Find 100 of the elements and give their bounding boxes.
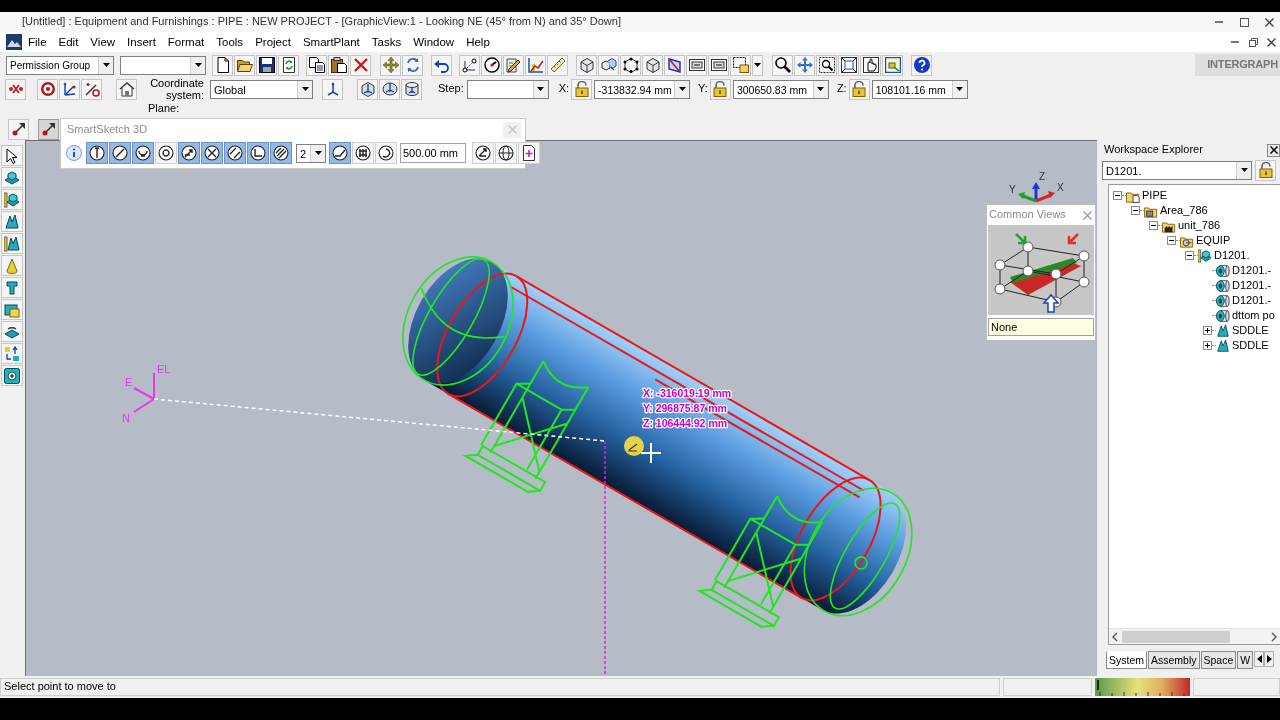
minus-box-icon[interactable]: [1185, 251, 1194, 260]
toolbar-button[interactable]: [459, 54, 480, 76]
toolbar-button[interactable]: [8, 118, 29, 140]
coordinate-value-dropdown[interactable]: -313832.94 mm: [594, 79, 691, 99]
menu-item[interactable]: Insert: [121, 34, 162, 50]
toolbar-button[interactable]: [38, 118, 59, 140]
dropdown-button[interactable]: [752, 54, 763, 76]
info-button[interactable]: [65, 144, 83, 162]
toolbar-button[interactable]: [328, 54, 349, 76]
toolbar-button[interactable]: [838, 54, 859, 76]
coordinate-value-dropdown[interactable]: 108101.16 mm: [871, 79, 968, 99]
tree-item[interactable]: D1201.-: [1232, 279, 1272, 292]
minus-box-icon[interactable]: [1113, 191, 1122, 200]
snap-toggle-button[interactable]: [247, 142, 269, 164]
horizontal-scrollbar[interactable]: [1109, 628, 1280, 644]
toolbar-button[interactable]: [620, 54, 641, 76]
tree-item[interactable]: unit_786: [1178, 219, 1221, 232]
tree-item[interactable]: SDDLE: [1232, 339, 1269, 352]
toolbar-button[interactable]: [81, 78, 102, 100]
snap-toggle-button[interactable]: [178, 142, 200, 164]
view-name-field[interactable]: None: [988, 318, 1094, 336]
toolbar-button[interactable]: [1, 211, 23, 232]
tab[interactable]: W: [1237, 651, 1254, 669]
toolbar-button[interactable]: [686, 54, 707, 76]
step-dropdown[interactable]: [466, 79, 549, 99]
plus-box-icon[interactable]: [1203, 326, 1212, 335]
menu-item[interactable]: Window: [407, 34, 461, 50]
close-button[interactable]: [1267, 143, 1280, 157]
tree-item[interactable]: D1201.: [1214, 249, 1250, 262]
tree-item[interactable]: D1201.-: [1232, 294, 1272, 307]
tab[interactable]: Space: [1200, 651, 1237, 669]
plus-box-icon[interactable]: [1203, 341, 1212, 350]
permission-group-dropdown[interactable]: Permission Group: [6, 55, 114, 75]
toolbar-button[interactable]: [431, 54, 452, 76]
toolbar-button[interactable]: [37, 78, 58, 100]
toolbar-button[interactable]: [1, 365, 23, 386]
snap-toggle-button[interactable]: [224, 142, 246, 164]
toolbar-button[interactable]: [234, 54, 255, 76]
toolbar-button[interactable]: [256, 54, 277, 76]
coordinate-value-dropdown[interactable]: 300650.83 mm: [732, 79, 829, 99]
minus-box-icon[interactable]: [1167, 236, 1176, 245]
toolbar-button[interactable]: [911, 54, 932, 76]
toolbar-button[interactable]: [1, 233, 23, 254]
tree-item[interactable]: EQUIP: [1196, 234, 1231, 247]
filter-dropdown[interactable]: D1201.: [1102, 160, 1252, 180]
scroll-right-button[interactable]: [1264, 651, 1275, 667]
toolbar-button[interactable]: [576, 54, 597, 76]
scroll-left-button[interactable]: [1254, 651, 1265, 667]
snap-toggle-button[interactable]: [109, 142, 131, 164]
toolbar-button[interactable]: [495, 142, 517, 164]
toolbar-button[interactable]: [278, 54, 299, 76]
toolbar-button[interactable]: [1, 189, 23, 210]
menu-item[interactable]: Format: [161, 34, 211, 50]
tree-item[interactable]: SDDLE: [1232, 324, 1269, 337]
toolbar-button[interactable]: [1, 167, 23, 188]
toolbar-button[interactable]: [708, 54, 729, 76]
snap-toggle-button[interactable]: [86, 142, 108, 164]
toolbar-button[interactable]: [518, 142, 540, 164]
menu-item[interactable]: Tools: [210, 34, 250, 50]
toolbar-button[interactable]: [322, 78, 343, 100]
tab[interactable]: System: [1106, 651, 1147, 669]
toolbar-button[interactable]: [882, 54, 903, 76]
toolbar-button[interactable]: [379, 78, 400, 100]
toolbar-button[interactable]: [816, 54, 837, 76]
menu-item[interactable]: File: [22, 34, 53, 50]
menu-item[interactable]: SmartPlant: [296, 34, 366, 50]
tree-item[interactable]: dttom po: [1232, 309, 1275, 322]
toolbar-button[interactable]: [730, 54, 751, 76]
toolbar-button[interactable]: [481, 54, 502, 76]
toolbar-button[interactable]: [860, 54, 881, 76]
toolbar-button[interactable]: [306, 54, 327, 76]
menu-item[interactable]: Tasks: [365, 34, 408, 50]
toolbar-button[interactable]: [59, 78, 80, 100]
snap-toggle-button[interactable]: [270, 142, 292, 164]
tab[interactable]: Assembly: [1148, 651, 1200, 669]
snap-toggle-button[interactable]: [155, 142, 177, 164]
dropdown[interactable]: [120, 55, 206, 75]
snap-toggle-button[interactable]: [375, 142, 397, 164]
toolbar-button[interactable]: [357, 78, 378, 100]
toolbar-button[interactable]: [1, 145, 23, 166]
toolbar-button[interactable]: [1, 321, 23, 342]
toolbar-button[interactable]: [664, 54, 685, 76]
toolbar-button[interactable]: [212, 54, 233, 76]
snap-toggle-button[interactable]: [329, 142, 351, 164]
minus-box-icon[interactable]: [1149, 221, 1158, 230]
menu-item[interactable]: Edit: [52, 34, 85, 50]
menu-item[interactable]: View: [84, 34, 122, 50]
toolbar-button[interactable]: [401, 78, 422, 100]
snap-toggle-button[interactable]: [201, 142, 223, 164]
toolbar-button[interactable]: [503, 54, 524, 76]
count-dropdown[interactable]: 2: [296, 143, 326, 163]
menu-item[interactable]: Project: [249, 34, 297, 50]
menu-item[interactable]: Help: [460, 34, 496, 50]
tree-item[interactable]: D1201.-: [1232, 264, 1272, 277]
toolbar-button[interactable]: [116, 78, 137, 100]
tree-item[interactable]: PIPE: [1142, 189, 1168, 202]
tree-item[interactable]: Area_786: [1160, 204, 1208, 217]
snap-toggle-button[interactable]: [352, 142, 374, 164]
toolbar-button[interactable]: [472, 142, 494, 164]
minus-box-icon[interactable]: [1131, 206, 1140, 215]
